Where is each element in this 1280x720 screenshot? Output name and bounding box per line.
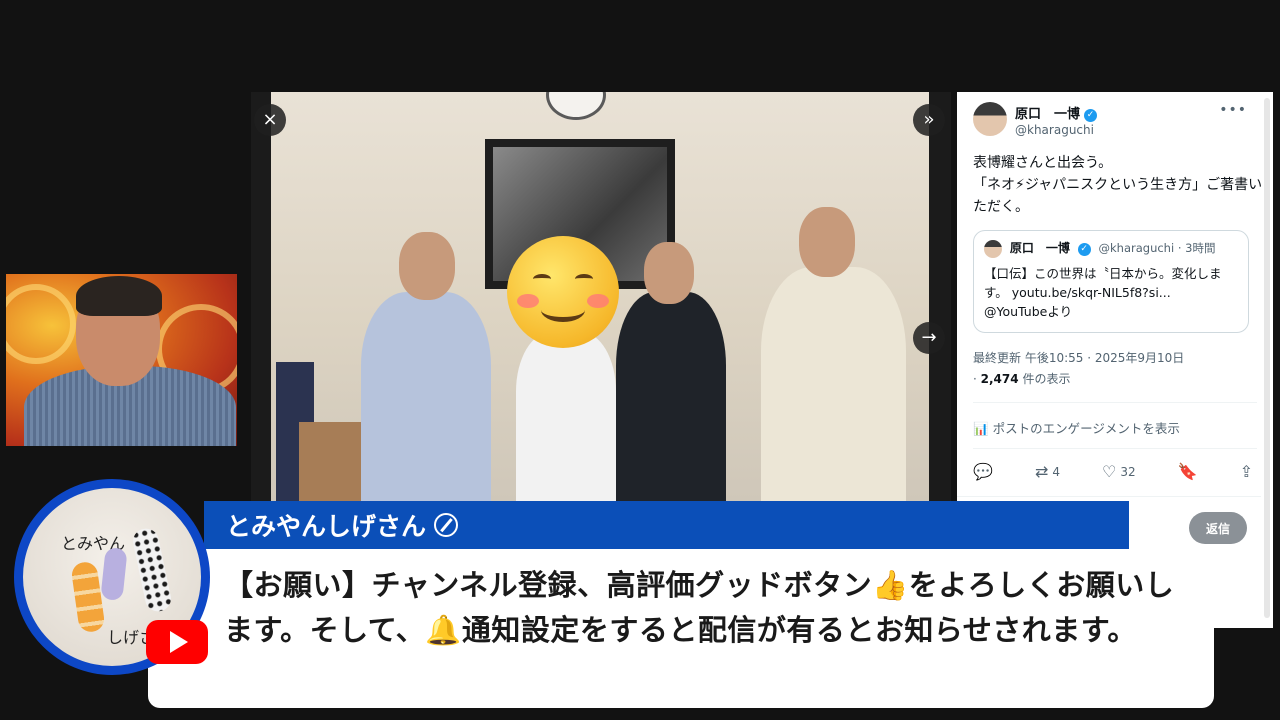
- youtube-icon[interactable]: [146, 620, 208, 664]
- channel-message: 【お願い】チャンネル登録、高評価グッドボタン👍をよろしくお願いします。そして、🔔…: [224, 568, 1175, 647]
- avatar[interactable]: [973, 102, 1007, 136]
- tweet-text: 表博耀さんと出会う。 「ネオ⚡ジャパニスクという生き方」ご著書いただく。: [973, 155, 1263, 215]
- reply-icon: 💬: [973, 462, 993, 481]
- retweet-count: 4: [1052, 464, 1060, 479]
- analytics-icon: 📊: [973, 421, 989, 436]
- bookmark-icon: 🔖: [1177, 462, 1198, 481]
- engagement-label: ポストのエンゲージメントを表示: [992, 421, 1180, 436]
- reply-button[interactable]: 返信: [1189, 512, 1247, 544]
- author-handle[interactable]: @kharaguchi: [1015, 123, 1094, 137]
- quote-text: 【口伝】この世界は〝日本から。変化します。 youtu.be/skqr-NIL5…: [984, 265, 1222, 319]
- tweet-meta: 最終更新 午後10:55 · 2025年9月10日 · 2,474 件の表示: [973, 348, 1184, 390]
- like-icon: ♡: [1102, 462, 1117, 481]
- retweet-action[interactable]: ⇄ 4: [1035, 462, 1060, 481]
- close-icon[interactable]: ×: [254, 104, 286, 136]
- bookmark-action[interactable]: 🔖: [1178, 462, 1198, 481]
- verified-badge-icon: [434, 513, 459, 537]
- quote-handle: @kharaguchi · 3時間: [1098, 241, 1216, 255]
- message-box: 【お願い】チャンネル登録、高評価グッドボタン👍をよろしくお願いします。そして、🔔…: [148, 549, 1214, 708]
- share-action[interactable]: ⇪: [1240, 462, 1253, 481]
- scrollbar[interactable]: [1264, 98, 1270, 618]
- smiley-face-cover: [507, 236, 619, 348]
- channel-name: とみやんしげさん: [226, 507, 459, 543]
- views-label: 件の表示: [1022, 372, 1071, 386]
- timestamp[interactable]: 最終更新 午後10:55 · 2025年9月10日: [973, 348, 1184, 369]
- author-name[interactable]: 原口 一博 ✓: [1015, 103, 1098, 122]
- quoted-tweet[interactable]: 原口 一博 ✓ @kharaguchi · 3時間 【口伝】この世界は〝日本から…: [973, 230, 1249, 333]
- group-photo: [271, 92, 929, 501]
- webcam-feed: [6, 274, 237, 446]
- quote-author-name: 原口 一博: [1009, 241, 1070, 255]
- wall-clock: [546, 92, 606, 120]
- next-arrow-icon[interactable]: →: [913, 322, 945, 354]
- fast-forward-icon[interactable]: »: [913, 104, 945, 136]
- retweet-icon: ⇄: [1034, 462, 1049, 481]
- photo-viewer: × » →: [251, 92, 951, 501]
- reply-action[interactable]: 💬: [973, 462, 993, 481]
- like-count: 32: [1120, 464, 1136, 479]
- stream-screen: × » → 原口 一博 ✓ @kharaguchi ••• 表博耀さんと出会う。 …: [0, 0, 1280, 720]
- quote-avatar: [984, 239, 1002, 258]
- like-action[interactable]: ♡ 32: [1102, 462, 1136, 481]
- tweet-actions: 💬 ⇄ 4 ♡ 32 🔖 ⇪: [973, 462, 1253, 481]
- verified-icon: ✓: [1084, 109, 1098, 122]
- verified-icon: ✓: [1077, 243, 1091, 256]
- channel-banner: とみやんしげさん: [204, 501, 1129, 549]
- views-count: 2,474: [980, 372, 1019, 386]
- engagement-link[interactable]: 📊 ポストのエンゲージメントを表示: [973, 418, 1180, 437]
- share-icon: ⇪: [1239, 462, 1253, 481]
- more-icon[interactable]: •••: [1219, 102, 1247, 118]
